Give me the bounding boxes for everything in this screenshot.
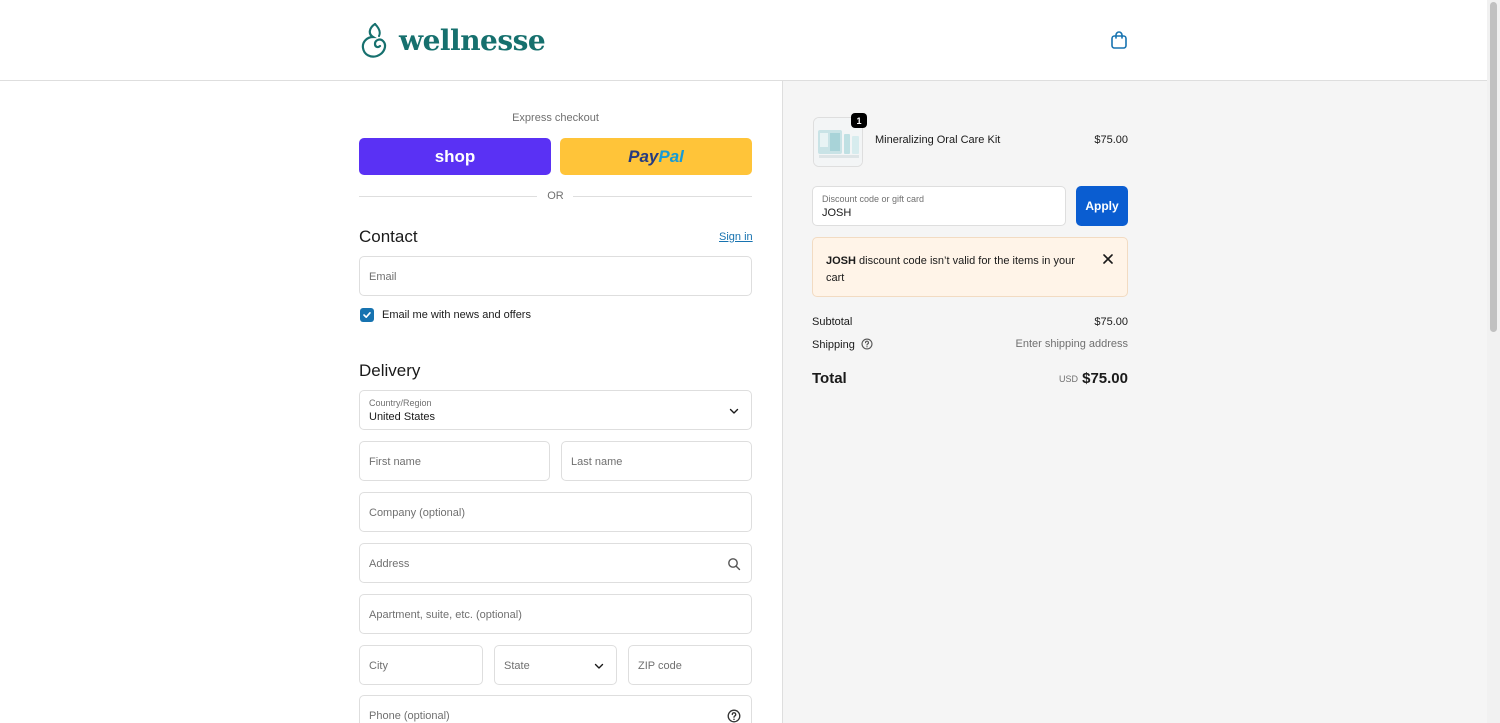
shipping-row: Shipping Enter shipping address bbox=[812, 338, 1128, 352]
discount-error-message: JOSH discount code isn’t valid for the i… bbox=[826, 253, 1081, 287]
paypal-label-pal: Pal bbox=[658, 146, 684, 166]
email-field[interactable]: Email bbox=[359, 256, 752, 296]
first-name-field[interactable]: First name bbox=[359, 441, 550, 481]
phone-field[interactable]: Phone (optional) bbox=[359, 695, 752, 723]
sign-in-link[interactable]: Sign in bbox=[719, 231, 753, 243]
subtotal-value: $75.00 bbox=[1094, 316, 1128, 328]
city-field[interactable]: City bbox=[359, 645, 483, 685]
newsletter-checkbox-row[interactable]: Email me with news and offers bbox=[360, 308, 531, 322]
discount-code-field[interactable]: Discount code or gift card JOSH bbox=[812, 186, 1066, 226]
total-currency: USD bbox=[1058, 374, 1078, 384]
chevron-down-icon bbox=[729, 408, 739, 414]
shop-pay-label: shop bbox=[434, 146, 476, 166]
discount-label: Discount code or gift card bbox=[822, 194, 925, 204]
phone-placeholder: Phone (optional) bbox=[369, 710, 450, 722]
help-circle-icon[interactable] bbox=[861, 338, 873, 350]
address-field[interactable]: Address bbox=[359, 543, 752, 583]
checkmark-icon bbox=[363, 312, 371, 318]
total-row: Total USD $75.00 bbox=[812, 370, 1128, 390]
or-label: OR bbox=[547, 190, 564, 202]
newsletter-checkbox[interactable] bbox=[360, 308, 374, 322]
discount-error-code: JOSH bbox=[826, 255, 856, 267]
dismiss-alert-button[interactable] bbox=[1101, 252, 1115, 266]
help-circle-icon[interactable] bbox=[727, 709, 741, 723]
total-label: Total bbox=[812, 370, 847, 387]
shop-pay-button[interactable]: shop bbox=[359, 138, 551, 175]
brand-name: wellnesse bbox=[399, 23, 546, 57]
country-value: United States bbox=[369, 411, 436, 423]
newsletter-label: Email me with news and offers bbox=[382, 309, 531, 321]
state-select[interactable]: State bbox=[494, 645, 617, 685]
wellnesse-logo-icon bbox=[361, 22, 387, 58]
company-field[interactable]: Company (optional) bbox=[359, 492, 752, 532]
last-name-field[interactable]: Last name bbox=[561, 441, 752, 481]
contact-heading: Contact bbox=[359, 227, 418, 246]
search-icon bbox=[728, 558, 741, 571]
subtotal-row: Subtotal $75.00 bbox=[812, 316, 1128, 330]
discount-error-banner: JOSH discount code isn’t valid for the i… bbox=[812, 237, 1128, 297]
apply-discount-button[interactable]: Apply bbox=[1076, 186, 1128, 226]
order-summary-panel bbox=[782, 81, 1487, 723]
total-value: $75.00 bbox=[1082, 370, 1128, 387]
email-placeholder: Email bbox=[369, 271, 397, 283]
shipping-value: Enter shipping address bbox=[1015, 338, 1128, 350]
company-placeholder: Company (optional) bbox=[369, 507, 465, 519]
close-icon bbox=[1103, 254, 1113, 264]
product-name: Mineralizing Oral Care Kit bbox=[875, 134, 1001, 146]
or-divider: OR bbox=[359, 190, 752, 204]
brand-logo[interactable]: wellnesse bbox=[359, 20, 546, 60]
shipping-label: Shipping bbox=[812, 339, 855, 351]
delivery-heading: Delivery bbox=[359, 361, 421, 380]
paypal-button[interactable]: Pay Pal bbox=[560, 138, 752, 175]
cart-button[interactable] bbox=[1108, 29, 1130, 51]
last-name-placeholder: Last name bbox=[571, 456, 623, 468]
apartment-placeholder: Apartment, suite, etc. (optional) bbox=[369, 609, 522, 621]
apartment-field[interactable]: Apartment, suite, etc. (optional) bbox=[359, 594, 752, 634]
subtotal-label: Subtotal bbox=[812, 316, 853, 328]
quantity-badge: 1 bbox=[851, 113, 867, 128]
scrollbar-thumb[interactable] bbox=[1490, 2, 1497, 332]
express-checkout-label: Express checkout bbox=[512, 112, 599, 124]
state-placeholder: State bbox=[504, 660, 530, 672]
city-placeholder: City bbox=[369, 660, 388, 672]
site-header: wellnesse bbox=[0, 0, 1487, 81]
zip-field[interactable]: ZIP code bbox=[628, 645, 752, 685]
discount-value: JOSH bbox=[822, 207, 852, 219]
zip-placeholder: ZIP code bbox=[638, 660, 682, 672]
page-scrollbar[interactable] bbox=[1487, 0, 1500, 723]
address-placeholder: Address bbox=[369, 558, 410, 570]
first-name-placeholder: First name bbox=[369, 456, 421, 468]
country-label: Country/Region bbox=[369, 398, 432, 408]
paypal-label-pay: Pay bbox=[628, 146, 659, 166]
product-price: $75.00 bbox=[1094, 134, 1128, 146]
country-select[interactable]: Country/Region United States bbox=[359, 390, 752, 430]
chevron-down-icon bbox=[594, 663, 604, 669]
shopping-bag-icon bbox=[1111, 31, 1127, 49]
discount-error-text: discount code isn’t valid for the items … bbox=[826, 255, 1075, 284]
